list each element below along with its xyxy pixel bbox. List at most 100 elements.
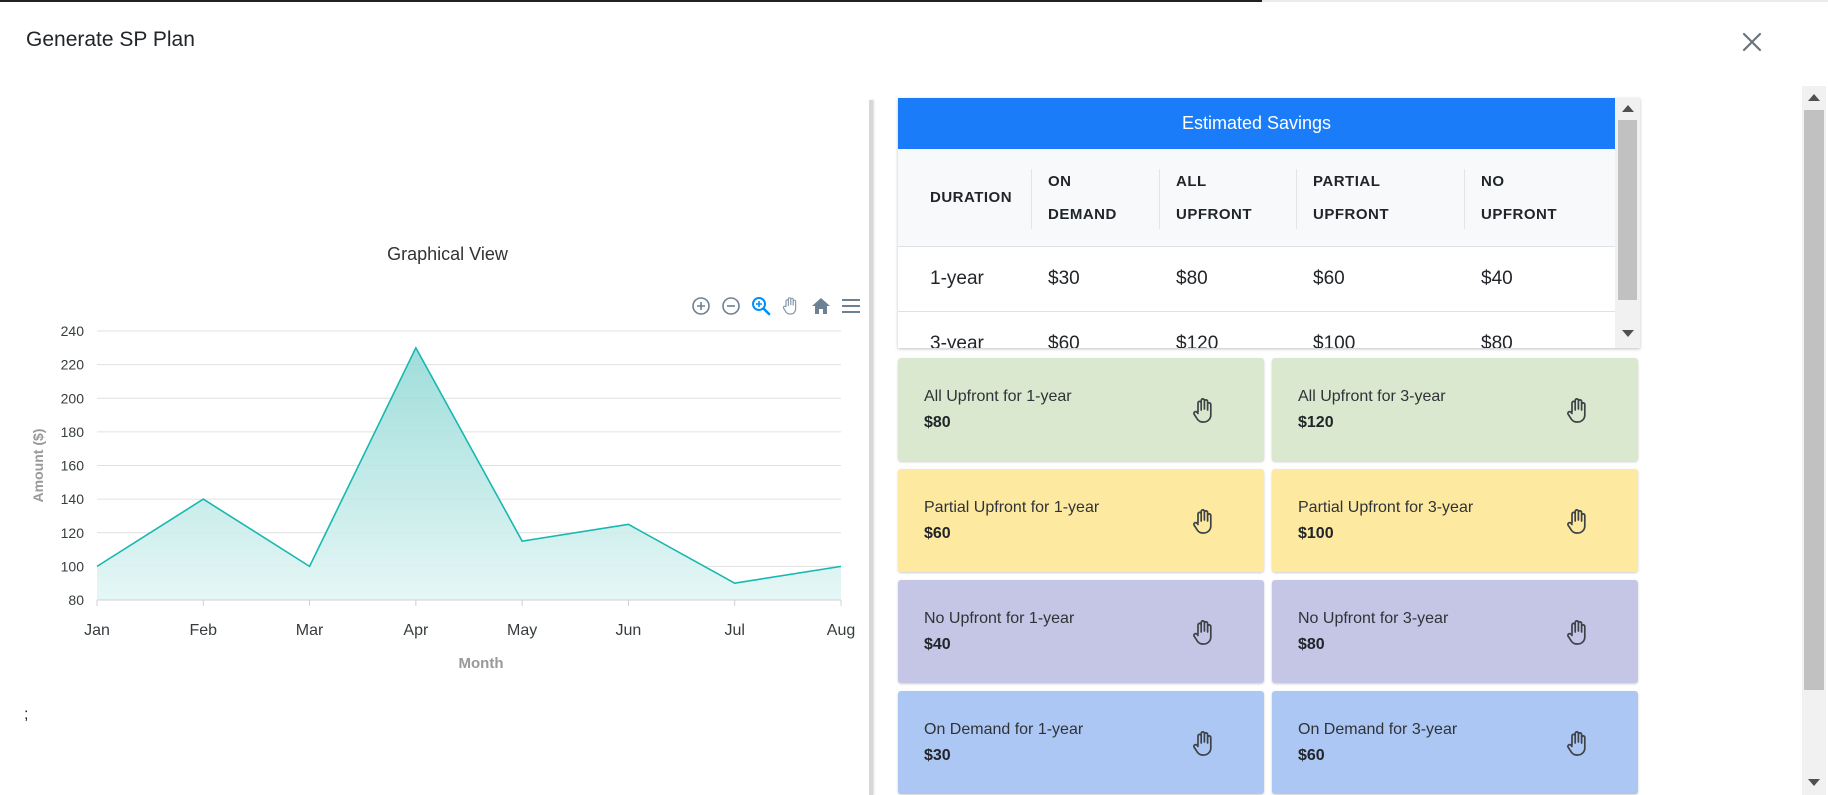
top-border <box>0 0 1828 2</box>
plan-card-all-upfront-3-year[interactable]: All Upfront for 3-year $120 <box>1272 358 1638 461</box>
table-head: DURATION ON DEMAND ALL UPFRONT PARTIAL UPFR… <box>898 149 1615 247</box>
card-value: $40 <box>924 636 951 653</box>
y-tick-label: 220 <box>61 357 85 373</box>
y-tick-label: 120 <box>61 525 85 541</box>
column-separator <box>1296 169 1297 229</box>
footer-text: ; <box>24 706 29 723</box>
column-separator <box>1159 169 1160 229</box>
y-tick-label: 100 <box>61 558 85 574</box>
x-tick-label: Mar <box>296 622 324 639</box>
column-separator <box>1031 169 1032 229</box>
card-value: $80 <box>1298 636 1325 653</box>
x-tick-label: Apr <box>403 622 429 639</box>
y-tick-label: 80 <box>68 592 84 608</box>
table-cell-partial-upfront: $60 <box>1313 268 1345 289</box>
card-value: $60 <box>924 525 951 542</box>
hand-icon[interactable] <box>1564 729 1592 759</box>
page-scrollbar[interactable] <box>1802 86 1826 795</box>
plan-card-partial-upfront-1-year[interactable]: Partial Upfront for 1-year $60 <box>898 469 1264 572</box>
hand-icon[interactable] <box>1190 507 1218 537</box>
y-tick-label: 240 <box>61 323 85 339</box>
column-header-line: ALL <box>1176 172 1207 190</box>
y-tick-label: 140 <box>61 491 85 507</box>
hand-icon[interactable] <box>1190 618 1218 648</box>
card-label: On Demand for 1-year <box>924 721 1084 738</box>
plan-card-on-demand-1-year[interactable]: On Demand for 1-year $30 <box>898 691 1264 794</box>
table-cell-no-upfront: $80 <box>1481 333 1513 348</box>
card-value: $30 <box>924 747 951 764</box>
scroll-up-arrow-icon[interactable] <box>1622 105 1634 112</box>
scroll-up-arrow-icon[interactable] <box>1808 94 1820 101</box>
scroll-down-arrow-icon[interactable] <box>1808 779 1820 786</box>
card-value: $100 <box>1298 525 1334 542</box>
column-header-line: NO <box>1481 172 1505 190</box>
card-label: No Upfront for 3-year <box>1298 610 1449 627</box>
x-axis-title: Month <box>459 655 504 672</box>
y-axis-title: Amount ($) <box>30 429 46 503</box>
x-tick-label: May <box>507 622 537 639</box>
hand-icon[interactable] <box>1564 396 1592 426</box>
plan-card-no-upfront-1-year[interactable]: No Upfront for 1-year $40 <box>898 580 1264 683</box>
card-label: All Upfront for 1-year <box>924 388 1072 405</box>
card-value: $120 <box>1298 414 1334 431</box>
plan-card-all-upfront-1-year[interactable]: All Upfront for 1-year $80 <box>898 358 1264 461</box>
hand-icon[interactable] <box>1564 507 1592 537</box>
x-tick-label: Jun <box>616 622 642 639</box>
y-tick-label: 160 <box>61 458 85 474</box>
column-header-on-demand: ON DEMAND <box>1048 149 1117 246</box>
modal-title: Generate SP Plan <box>26 28 195 51</box>
page-scrollbar-thumb[interactable] <box>1804 110 1824 690</box>
table-scrollbar[interactable] <box>1615 98 1640 348</box>
column-header-line: ON <box>1048 172 1072 190</box>
y-tick-label: 180 <box>61 424 85 440</box>
card-label: All Upfront for 3-year <box>1298 388 1446 405</box>
table-cell-duration: 1-year <box>930 268 984 289</box>
hand-icon[interactable] <box>1564 618 1592 648</box>
top-border-dark <box>0 0 1262 2</box>
savings-table: Estimated Savings DURATION ON DEMAND ALL U… <box>898 98 1640 348</box>
plan-card-partial-upfront-3-year[interactable]: Partial Upfront for 3-year $100 <box>1272 469 1638 572</box>
card-label: Partial Upfront for 3-year <box>1298 499 1474 516</box>
scroll-down-arrow-icon[interactable] <box>1622 330 1634 337</box>
column-header-line: DURATION <box>930 189 1013 206</box>
x-tick-label: Aug <box>827 622 855 639</box>
column-header-line: DEMAND <box>1048 205 1117 223</box>
card-value: $80 <box>924 414 951 431</box>
plan-card-on-demand-3-year[interactable]: On Demand for 3-year $60 <box>1272 691 1638 794</box>
column-header-no-upfront: NO UPFRONT <box>1481 149 1557 246</box>
card-label: On Demand for 3-year <box>1298 721 1458 738</box>
column-header-line: UPFRONT <box>1176 205 1252 223</box>
table-cell-no-upfront: $40 <box>1481 268 1513 289</box>
table-cell-on-demand: $30 <box>1048 268 1080 289</box>
column-header-partial-upfront: PARTIAL UPFRONT <box>1313 149 1389 246</box>
column-header-line: PARTIAL <box>1313 172 1381 190</box>
table-row: 3-year $60 $120 $100 $80 <box>898 312 1615 348</box>
plan-card-no-upfront-3-year[interactable]: No Upfront for 3-year $80 <box>1272 580 1638 683</box>
scrollbar-thumb[interactable] <box>1618 120 1637 300</box>
table-cell-all-upfront: $120 <box>1176 333 1219 348</box>
table-row: 1-year $30 $80 $60 $40 <box>898 247 1615 312</box>
close-icon[interactable] <box>1736 26 1768 58</box>
card-value: $60 <box>1298 747 1325 764</box>
column-separator <box>1464 169 1465 229</box>
area-fill <box>97 347 841 600</box>
savings-table-header: Estimated Savings <box>898 98 1615 149</box>
chart-title: Graphical View <box>387 244 508 264</box>
card-label: No Upfront for 1-year <box>924 610 1075 627</box>
hand-icon[interactable] <box>1190 396 1218 426</box>
x-tick-label: Jul <box>724 622 744 639</box>
area-chart: 80 100 120 140 160 180 200 220 240 Jan Feb Mar Apr Ma… <box>30 323 855 672</box>
x-tick-label: Jan <box>84 622 110 639</box>
hand-icon[interactable] <box>1190 729 1218 759</box>
x-tick-label: Feb <box>189 622 217 639</box>
column-header-duration: DURATION <box>930 149 1012 246</box>
table-cell-on-demand: $60 <box>1048 333 1080 348</box>
column-header-line: UPFRONT <box>1313 205 1389 223</box>
column-header-all-upfront: ALL UPFRONT <box>1176 149 1252 246</box>
table-cell-duration: 3-year <box>930 333 984 348</box>
table-cell-all-upfront: $80 <box>1176 268 1208 289</box>
y-tick-label: 200 <box>61 390 85 406</box>
card-label: Partial Upfront for 1-year <box>924 499 1100 516</box>
table-cell-partial-upfront: $100 <box>1313 333 1356 348</box>
column-header-line: UPFRONT <box>1481 205 1557 223</box>
